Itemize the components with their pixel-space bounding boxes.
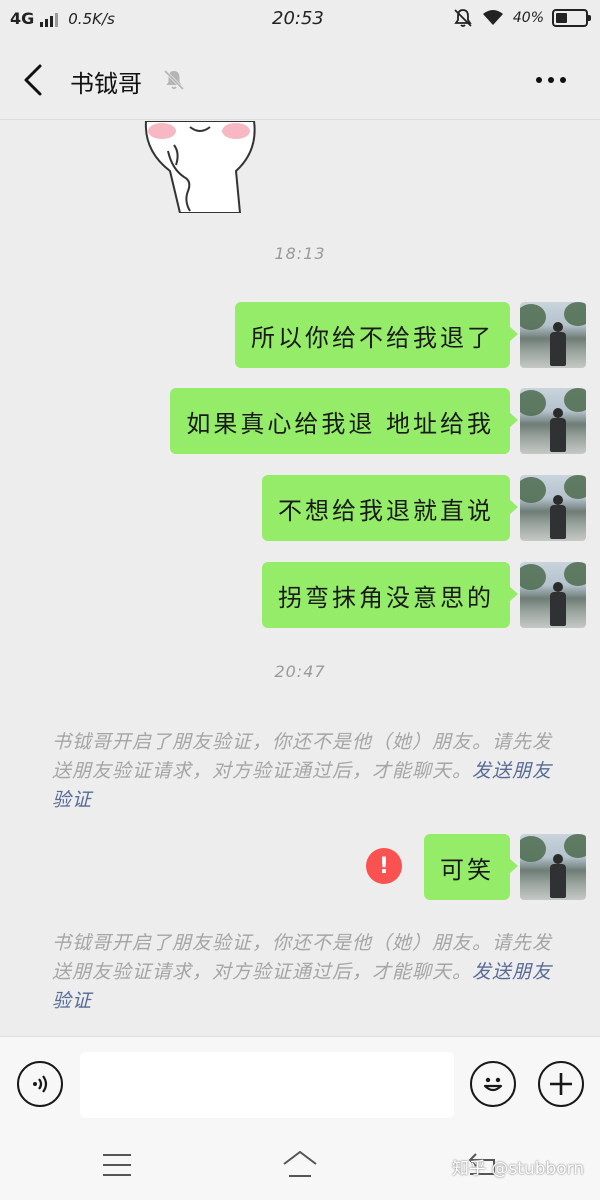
mute-bell-icon <box>163 69 185 91</box>
network-speed: 0.5K/s <box>68 9 115 28</box>
message-row: 所以你给不给我退了 <box>235 302 586 368</box>
signal-icon <box>40 11 59 27</box>
message-row: 不想给我退就直说 <box>262 475 586 541</box>
avatar[interactable] <box>520 834 586 900</box>
battery-icon <box>552 9 591 27</box>
timestamp: 18:13 <box>274 244 326 263</box>
chat-title: 书钺哥 <box>70 70 142 98</box>
emoji-icon[interactable] <box>470 1061 516 1107</box>
back-icon[interactable] <box>18 62 50 98</box>
chat-header: 书钺哥 <box>0 40 600 120</box>
send-failed-icon[interactable]: ! <box>366 848 402 884</box>
network-type: 4G <box>10 9 35 28</box>
status-bar: 4G 0.5K/s 20:53 40% <box>0 0 600 40</box>
voice-icon[interactable] <box>17 1061 63 1107</box>
message-bubble[interactable]: 拐弯抹角没意思的 <box>262 562 518 628</box>
mute-icon <box>454 9 472 27</box>
avatar[interactable] <box>520 388 586 454</box>
message-bubble[interactable]: 不想给我退就直说 <box>262 475 518 541</box>
message-row: 如果真心给我退 地址给我 <box>170 388 586 454</box>
timestamp: 20:47 <box>274 662 326 681</box>
message-row: 可笑 <box>424 834 586 900</box>
plus-icon[interactable] <box>538 1061 584 1107</box>
more-icon[interactable] <box>536 72 570 88</box>
status-time: 20:53 <box>272 8 324 29</box>
system-notice: 书钺哥开启了朋友验证，你还不是他（她）朋友。请先发送朋友验证请求，对方验证通过后… <box>52 929 562 1016</box>
message-bubble[interactable]: 所以你给不给我退了 <box>235 302 518 368</box>
message-input[interactable] <box>80 1052 454 1118</box>
input-bar <box>0 1036 600 1132</box>
status-left: 4G 0.5K/s <box>10 9 115 28</box>
sticker-image[interactable] <box>140 121 260 213</box>
message-bubble[interactable]: 如果真心给我退 地址给我 <box>170 388 518 454</box>
avatar[interactable] <box>520 302 586 368</box>
system-notice: 书钺哥开启了朋友验证，你还不是他（她）朋友。请先发送朋友验证请求，对方验证通过后… <box>52 728 562 815</box>
battery-percent: 40% <box>512 10 544 26</box>
battery-level <box>556 13 568 23</box>
system-nav-bar: 知乎 @stubborn <box>0 1132 600 1200</box>
wifi-icon <box>482 10 503 25</box>
menu-icon[interactable] <box>103 1154 131 1176</box>
home-icon[interactable] <box>280 1148 320 1180</box>
status-right: 40% <box>453 8 591 28</box>
watermark: 知乎 @stubborn <box>452 1159 585 1179</box>
message-bubble[interactable]: 可笑 <box>424 834 518 900</box>
message-row: 拐弯抹角没意思的 <box>262 562 586 628</box>
avatar[interactable] <box>520 475 586 541</box>
avatar[interactable] <box>520 562 586 628</box>
